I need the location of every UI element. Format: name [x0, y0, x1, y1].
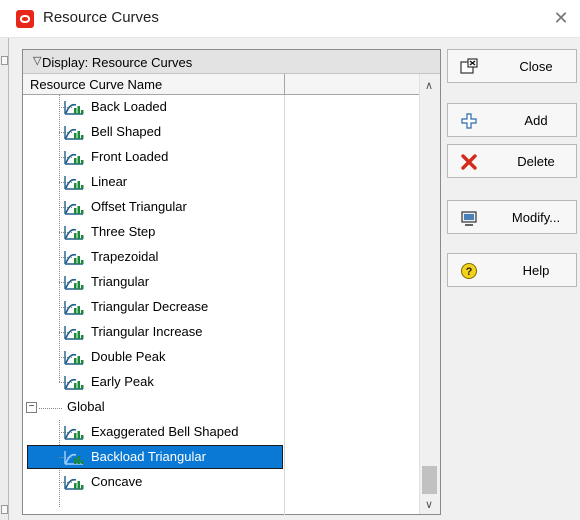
background-window-scrollbar — [0, 38, 9, 520]
display-title: Display: Resource Curves — [42, 55, 193, 70]
tree-item-label: Triangular Decrease — [91, 299, 209, 314]
tree-group-global[interactable]: − Global — [23, 395, 419, 420]
scrollbar-thumb[interactable] — [422, 466, 437, 494]
help-icon: ? — [461, 263, 477, 279]
tree-item-label: Exaggerated Bell Shaped — [91, 424, 239, 439]
help-button-label: Help — [522, 263, 550, 278]
close-window-icon — [460, 58, 478, 74]
tree-item-label: Linear — [91, 174, 128, 189]
resource-curves-panel: ▽ Display: Resource Curves Resource Curv… — [22, 49, 441, 515]
resource-curve-icon — [64, 451, 84, 465]
add-button[interactable]: Add — [447, 103, 577, 137]
plus-icon — [461, 113, 477, 129]
tree-item[interactable]: Offset Triangular — [23, 195, 419, 220]
scroll-up-arrow[interactable]: ∧ — [425, 79, 433, 92]
delete-button-label: Delete — [517, 154, 555, 169]
delete-button[interactable]: Delete — [447, 144, 577, 178]
column-divider[interactable] — [284, 74, 285, 95]
title-bar: Resource Curves ✕ — [0, 0, 580, 38]
collapse-symbol: − — [28, 401, 35, 412]
tree-item[interactable]: Bell Shaped — [23, 120, 419, 145]
tree-item[interactable]: Three Step — [23, 220, 419, 245]
resource-curve-icon — [64, 301, 84, 315]
tree-item[interactable]: Linear — [23, 170, 419, 195]
oracle-app-icon — [16, 10, 34, 28]
help-button[interactable]: ? Help — [447, 253, 577, 287]
tree-item[interactable]: Backload Triangular — [23, 445, 419, 470]
column-header[interactable]: Resource Curve Name — [23, 74, 440, 95]
resource-curve-icon — [64, 426, 84, 440]
tree-item-label: Triangular — [91, 274, 150, 289]
resource-curve-icon — [64, 251, 84, 265]
tree-item[interactable]: Triangular Decrease — [23, 295, 419, 320]
tree-item-label: Three Step — [91, 224, 156, 239]
scroll-down-arrow[interactable]: ∨ — [425, 498, 433, 511]
resource-curve-icon — [64, 326, 84, 340]
resource-curve-icon — [64, 201, 84, 215]
tree-item[interactable]: Back Loaded — [23, 95, 419, 120]
window-title: Resource Curves — [43, 9, 159, 26]
tree-item-label: Trapezoidal — [91, 249, 159, 264]
modify-button-label: Modify... — [511, 210, 561, 225]
tree-item[interactable]: Double Peak — [23, 345, 419, 370]
tree-item[interactable]: Triangular — [23, 270, 419, 295]
tree-item-label: Front Loaded — [91, 149, 169, 164]
resource-curve-icon — [64, 226, 84, 240]
tree-item-label: Bell Shaped — [91, 124, 162, 139]
svg-text:?: ? — [466, 266, 473, 278]
close-button[interactable]: Close — [447, 49, 577, 83]
add-button-label: Add — [524, 113, 548, 128]
curve-tree: Back Loaded Bell Shaped Front Loaded Linear… — [23, 95, 419, 515]
close-icon[interactable]: ✕ — [550, 7, 572, 29]
tree-item[interactable]: Early Peak — [23, 370, 419, 395]
delete-x-icon — [461, 154, 477, 170]
group-label: Global — [67, 399, 105, 414]
resource-curve-icon — [64, 151, 84, 165]
vertical-scrollbar[interactable]: ∧ ∨ — [419, 74, 440, 514]
resource-curve-icon — [64, 126, 84, 140]
modify-icon — [461, 211, 477, 226]
chevron-down-icon[interactable]: ▽ — [33, 54, 41, 67]
collapse-toggle[interactable]: − — [26, 401, 63, 413]
tree-connector — [39, 408, 63, 409]
tree-item[interactable]: Trapezoidal — [23, 245, 419, 270]
tree-item[interactable]: Front Loaded — [23, 145, 419, 170]
tree-item-label: Offset Triangular — [91, 199, 187, 214]
resource-curve-icon — [64, 376, 84, 390]
tree-item[interactable]: Concave — [23, 470, 419, 495]
display-header[interactable]: ▽ Display: Resource Curves — [23, 50, 440, 74]
tree-item-label: Backload Triangular — [91, 449, 206, 464]
tree-item-label: Concave — [91, 474, 143, 489]
tree-item-label: Early Peak — [91, 374, 154, 389]
scroll-down-arrow — [1, 505, 8, 514]
resource-curve-icon — [64, 176, 84, 190]
tree-item-label: Back Loaded — [91, 99, 167, 114]
tree-item[interactable]: Triangular Increase — [23, 320, 419, 345]
tree-item-label: Triangular Increase — [91, 324, 203, 339]
column-header-name: Resource Curve Name — [30, 77, 163, 92]
resource-curve-icon — [64, 476, 84, 490]
resource-curve-icon — [64, 351, 84, 365]
scroll-up-arrow — [1, 56, 8, 65]
close-button-label: Close — [519, 59, 553, 74]
modify-button[interactable]: Modify... — [447, 200, 577, 234]
tree-item-label: Double Peak — [91, 349, 166, 364]
tree-item[interactable]: Exaggerated Bell Shaped — [23, 420, 419, 445]
resource-curve-icon — [64, 101, 84, 115]
resource-curve-icon — [64, 276, 84, 290]
